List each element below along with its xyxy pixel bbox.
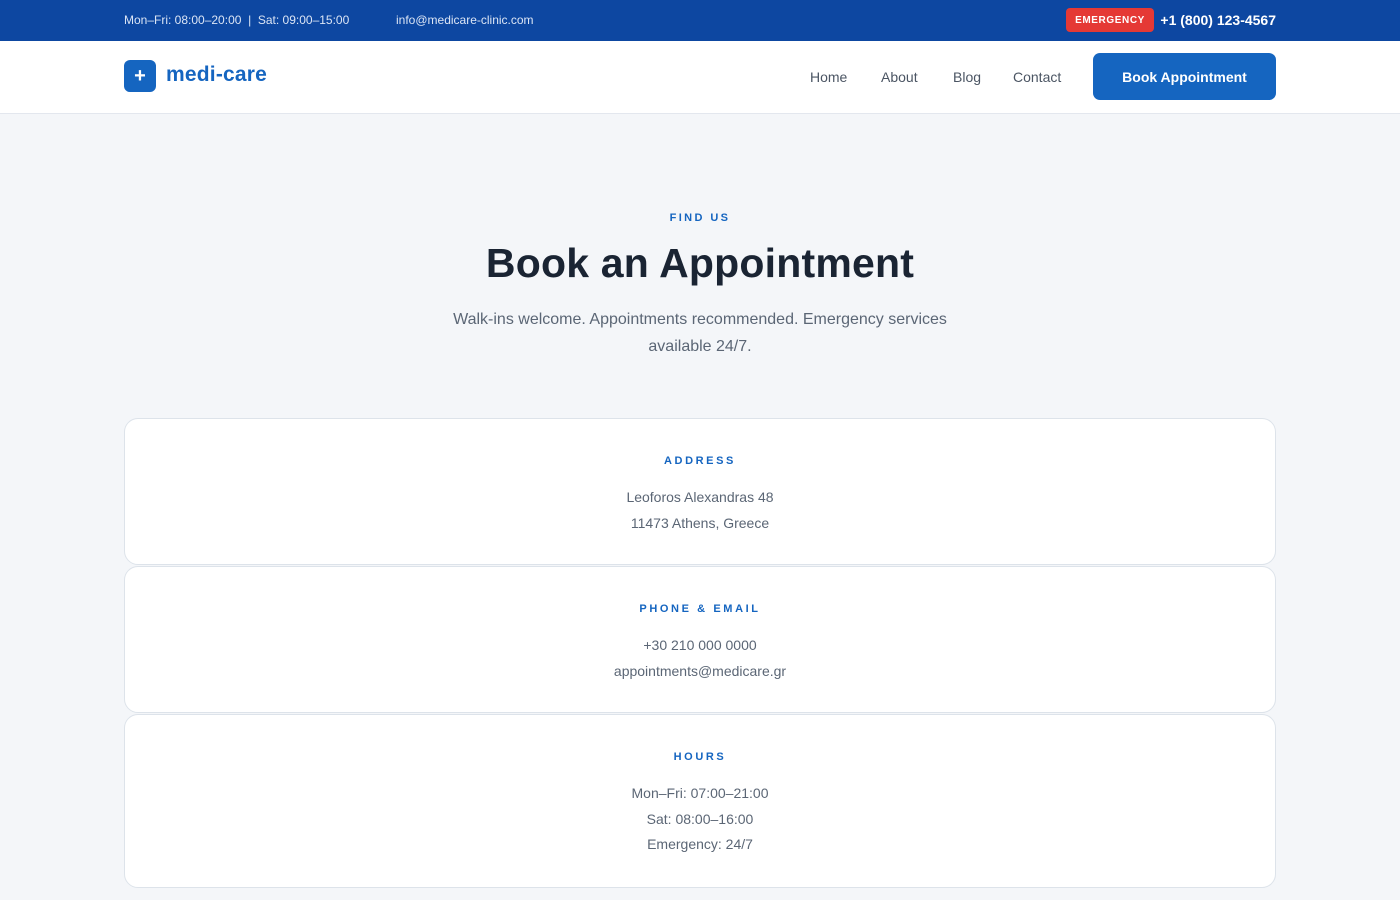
- book-appointment-button[interactable]: Book Appointment: [1093, 53, 1276, 100]
- card-title: ADDRESS: [664, 455, 736, 467]
- address-line: Leoforos Alexandras 48: [626, 489, 774, 505]
- hours-line: Mon–Fri: 07:00–21:00: [631, 785, 769, 801]
- hours-card: HOURS Mon–Fri: 07:00–21:00 Sat: 08:00–16…: [124, 714, 1276, 888]
- plus-icon[interactable]: +: [124, 60, 156, 92]
- opening-hours-text: Mon–Fri: 08:00–20:00 | Sat: 09:00–15:00: [124, 13, 350, 27]
- main-navbar: + medi-care Home About Blog Contact Book…: [0, 41, 1400, 114]
- nav-link-blog[interactable]: Blog: [953, 69, 981, 85]
- page-subtitle: Walk-ins welcome. Appointments recommend…: [453, 311, 947, 355]
- card-lines: +30 210 000 0000 appointments@medicare.g…: [125, 633, 1275, 684]
- phone-number[interactable]: +30 210 000 0000: [125, 633, 1275, 659]
- card-lines: Leoforos Alexandras 48 11473 Athens, Gre…: [125, 485, 1275, 536]
- address-line: 11473 Athens, Greece: [630, 514, 770, 531]
- card-title: HOURS: [673, 751, 727, 763]
- address-card: ADDRESS Leoforos Alexandras 48 11473 Ath…: [124, 418, 1276, 565]
- contact-email-link[interactable]: info@medicare-clinic.com: [396, 13, 534, 27]
- card-title: PHONE & EMAIL: [639, 603, 761, 615]
- section-eyebrow: FIND US: [669, 212, 731, 224]
- nav-link-home[interactable]: Home: [810, 69, 847, 85]
- email-address[interactable]: appointments@medicare.gr: [125, 659, 1275, 685]
- nav-link-about[interactable]: About: [881, 69, 918, 85]
- emergency-phone-link[interactable]: +1 (800) 123-4567: [1160, 12, 1276, 28]
- logo-text[interactable]: medi-care: [166, 63, 267, 87]
- page-title: Book an Appointment: [485, 240, 915, 286]
- phone-email-card: PHONE & EMAIL +30 210 000 0000 appointme…: [124, 566, 1276, 713]
- hours-line: Emergency: 24/7: [647, 836, 753, 852]
- card-lines: Mon–Fri: 07:00–21:00 Sat: 08:00–16:00 Em…: [125, 781, 1275, 858]
- top-info-bar: Mon–Fri: 08:00–20:00 | Sat: 09:00–15:00 …: [0, 0, 1400, 41]
- nav-link-contact[interactable]: Contact: [1013, 69, 1061, 85]
- emergency-badge: EMERGENCY: [1066, 8, 1154, 32]
- hours-line: Sat: 08:00–16:00: [646, 810, 754, 827]
